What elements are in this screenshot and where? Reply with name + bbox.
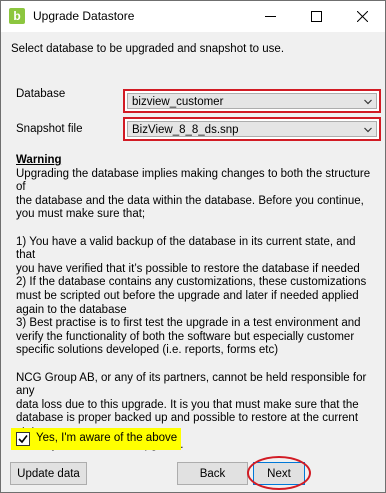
maximize-button[interactable] — [293, 1, 339, 32]
snapshot-value: BizView_8_8_ds.snp — [132, 124, 239, 136]
minimize-button[interactable] — [247, 1, 293, 32]
update-data-button[interactable]: Update data — [10, 462, 87, 485]
close-icon — [356, 11, 368, 22]
database-label: Database — [16, 88, 66, 100]
acknowledge-checkbox-row[interactable]: Yes, I'm aware of the above — [11, 428, 181, 450]
window-title: Upgrade Datastore — [33, 9, 135, 23]
acknowledge-checkbox[interactable] — [16, 432, 30, 446]
database-value: bizview_customer — [132, 96, 224, 108]
close-button[interactable] — [339, 1, 385, 32]
warning-section: Warning Upgrading the database implies m… — [16, 154, 376, 453]
database-select[interactable]: bizview_customer — [123, 89, 381, 113]
app-icon: b — [9, 8, 25, 24]
acknowledge-label: Yes, I'm aware of the above — [36, 432, 178, 444]
next-highlight-ring — [247, 456, 311, 490]
warning-point-1: 1) You have a valid backup of the databa… — [16, 235, 360, 275]
warning-title: Warning — [16, 154, 62, 166]
maximize-icon — [310, 11, 322, 22]
snapshot-label: Snapshot file — [16, 123, 83, 135]
upgrade-datastore-window: b Upgrade Datastore Select database to b… — [0, 0, 386, 493]
snapshot-select[interactable]: BizView_8_8_ds.snp — [123, 117, 381, 141]
title-bar: b Upgrade Datastore — [1, 1, 385, 32]
intro-text: Select database to be upgraded and snaps… — [11, 43, 285, 55]
chevron-down-icon — [364, 127, 372, 133]
warning-point-2: 2) If the database contains any customiz… — [16, 276, 367, 316]
minimize-icon — [264, 16, 276, 17]
chevron-down-icon — [364, 99, 372, 105]
warning-lead: Upgrading the database implies making ch… — [16, 167, 371, 221]
checkmark-icon — [18, 435, 28, 444]
warning-point-3: 3) Best practise is to first test the up… — [16, 317, 361, 357]
back-button[interactable]: Back — [177, 462, 248, 485]
dialog-content: Select database to be upgraded and snaps… — [1, 32, 385, 492]
